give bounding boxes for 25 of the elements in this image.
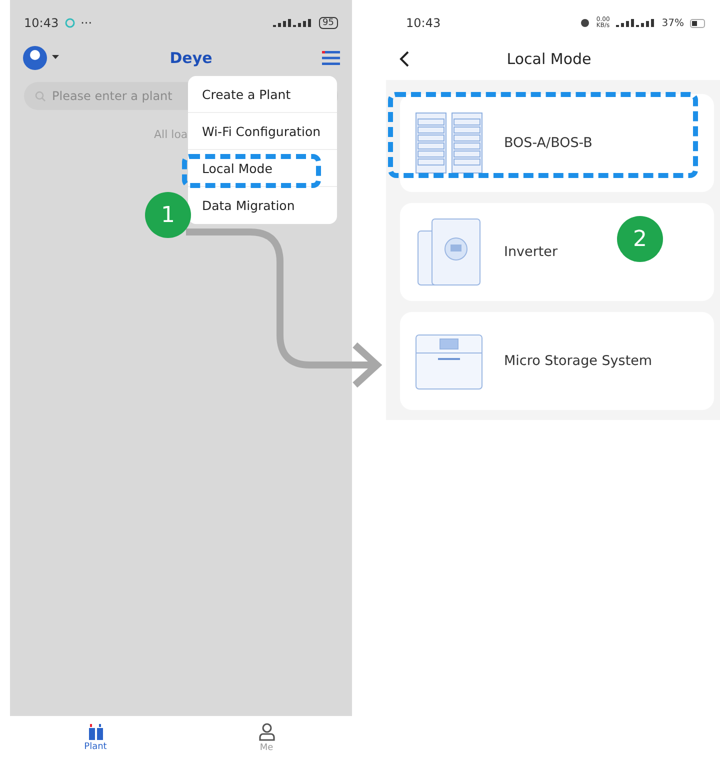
person-icon: [258, 723, 274, 741]
signal-icon: [616, 18, 656, 28]
menu-icon[interactable]: [322, 51, 340, 65]
page-title: Local Mode: [506, 50, 592, 68]
menu-item[interactable]: Local Mode: [188, 150, 337, 187]
search-icon: [35, 91, 46, 102]
menu-item[interactable]: Create a Plant: [188, 76, 337, 113]
device-card[interactable]: Micro Storage System: [400, 312, 714, 410]
app-logo: Deye: [168, 49, 214, 67]
battery-rack-icon: [414, 111, 484, 175]
status-time: 10:43: [24, 16, 59, 30]
menu-item[interactable]: Data Migration: [188, 187, 337, 224]
avatar-icon[interactable]: [22, 45, 60, 71]
battery-level: 95: [318, 17, 338, 29]
status-time: 10:43: [406, 16, 441, 30]
battery-icon: [690, 18, 706, 28]
notification-icon: [64, 18, 75, 28]
list-message: All loa: [154, 128, 188, 141]
signal-icon: [272, 18, 313, 28]
tab-bar-item[interactable]: Plant: [10, 716, 181, 760]
plant-icon: [88, 724, 104, 740]
status-dots: ···: [80, 16, 92, 30]
back-button[interactable]: [398, 50, 410, 68]
battery-percent: 37%: [662, 18, 684, 28]
menu-item[interactable]: Wi-Fi Configuration: [188, 113, 337, 150]
